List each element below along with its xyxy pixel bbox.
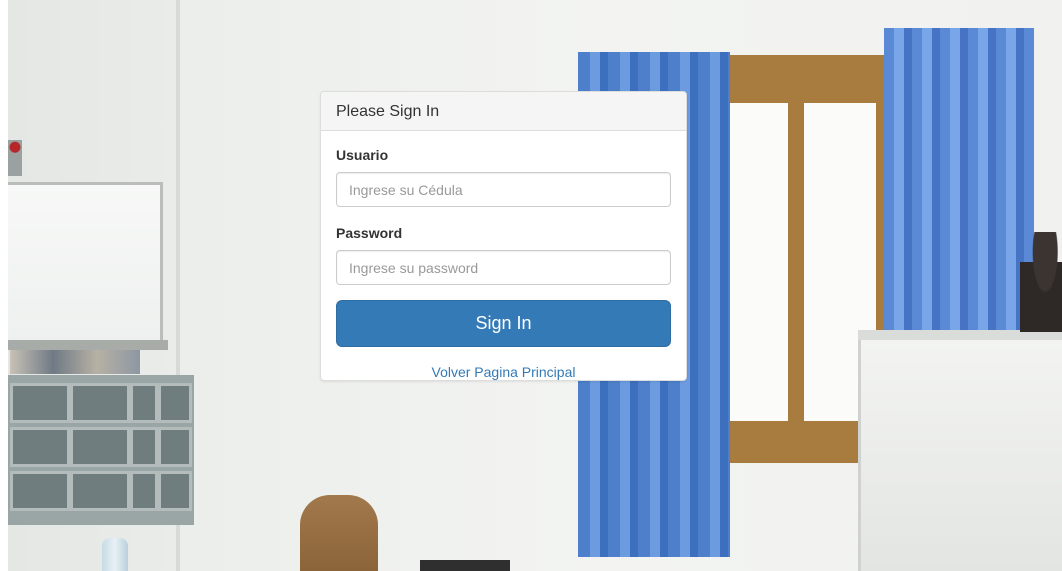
login-panel: Please Sign In Usuario Password Sign In … bbox=[320, 91, 687, 381]
password-group: Password bbox=[336, 225, 671, 285]
cabinet bbox=[858, 340, 1062, 571]
login-form: Usuario Password Sign In Volver Pagina P… bbox=[321, 131, 686, 380]
shelf-items bbox=[10, 350, 140, 374]
plant-decoration bbox=[8, 140, 22, 176]
username-label: Usuario bbox=[336, 147, 389, 163]
floor-shadow bbox=[420, 560, 510, 571]
water-bottle bbox=[102, 538, 128, 571]
back-to-main-page-link[interactable]: Volver Pagina Principal bbox=[336, 364, 671, 380]
whiteboard-tray bbox=[8, 340, 168, 350]
password-input[interactable] bbox=[336, 250, 671, 285]
statue bbox=[1020, 232, 1062, 332]
sign-in-button[interactable]: Sign In bbox=[336, 300, 671, 347]
curtain-right bbox=[884, 28, 1034, 340]
username-group: Usuario bbox=[336, 147, 671, 207]
wall-shelves bbox=[8, 375, 194, 525]
office-chair bbox=[300, 495, 378, 571]
password-label: Password bbox=[336, 225, 403, 241]
username-input[interactable] bbox=[336, 172, 671, 207]
page-edge bbox=[0, 0, 8, 571]
login-panel-title: Please Sign In bbox=[321, 92, 686, 131]
whiteboard bbox=[8, 182, 163, 350]
